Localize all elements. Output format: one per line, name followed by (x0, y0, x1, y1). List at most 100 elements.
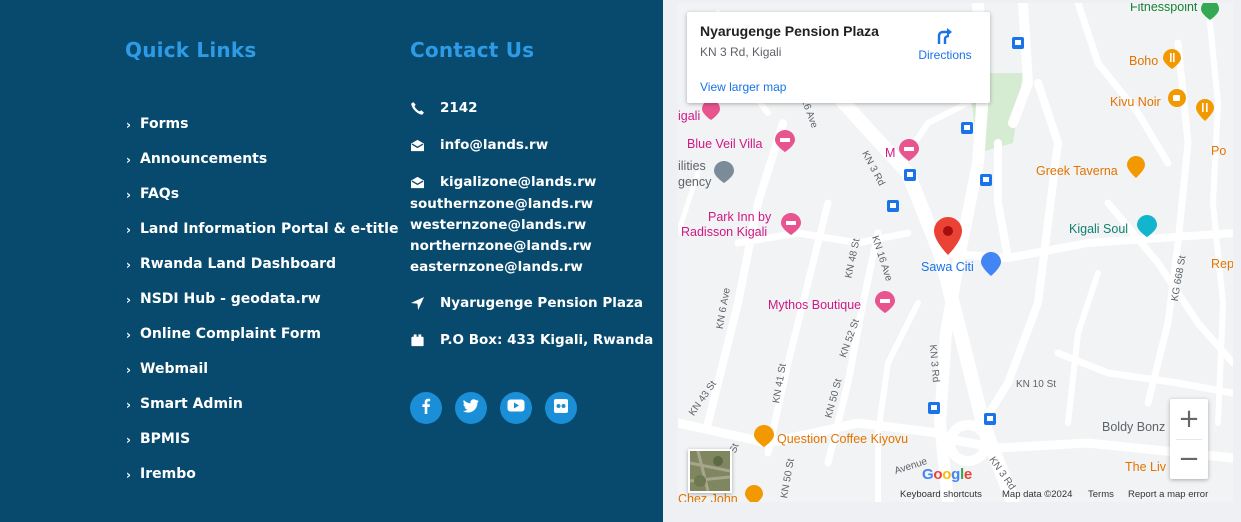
chevron-right-icon: › (126, 433, 131, 447)
lodging-pin-icon[interactable] (899, 139, 919, 161)
directions-icon (937, 28, 952, 44)
map-place-the-liv[interactable]: The Liv (1125, 460, 1166, 474)
zoom-out-button[interactable]: − (1170, 439, 1208, 479)
lodging-pin-icon[interactable] (781, 213, 801, 235)
map-place-blue-veil[interactable]: Blue Veil Villa (687, 137, 763, 151)
zone-email-southern[interactable]: southernzone@lands.rw (410, 196, 593, 212)
map-place-po[interactable]: Po (1211, 144, 1226, 158)
directions-button[interactable]: Directions (912, 22, 978, 62)
quick-link-item: › Announcements (126, 141, 398, 176)
chevron-right-icon: › (126, 468, 131, 482)
satellite-toggle[interactable] (688, 449, 732, 493)
quick-link-item: › Irembo (126, 456, 398, 491)
quick-link-item: › Webmail (126, 351, 398, 386)
quick-link[interactable]: Announcements (140, 151, 267, 167)
cafe-pin-icon[interactable] (754, 425, 774, 447)
twitter-button[interactable] (455, 392, 487, 424)
map-place-park-inn-line2[interactable]: Radisson Kigali (681, 225, 767, 239)
facebook-button[interactable] (410, 392, 442, 424)
quick-link[interactable]: BPMIS (140, 431, 190, 447)
bus-stop-icon[interactable] (887, 200, 899, 212)
quick-link[interactable]: Online Complaint Form (140, 326, 321, 342)
map-place-greek-taverna[interactable]: Greek Taverna (1036, 164, 1118, 178)
bus-stop-icon[interactable] (961, 122, 973, 134)
quick-link-item: › Online Complaint Form (126, 316, 398, 351)
zone-email-northern[interactable]: northernzone@lands.rw (410, 238, 592, 254)
map-place-rep[interactable]: Rep (1211, 257, 1233, 271)
directions-label: Directions (918, 48, 972, 62)
map-data-attribution: Map data ©2024 (1002, 489, 1073, 500)
quick-link[interactable]: Land Information Portal & e-title (140, 221, 398, 237)
zone-email-eastern[interactable]: easternzone@lands.rw (410, 259, 583, 275)
quick-links-list: › Forms › Announcements › FAQs › Land Informati… (126, 106, 398, 491)
report-map-error-link[interactable]: Report a map error (1128, 489, 1208, 500)
map-place-kivu-noir[interactable]: Kivu Noir (1110, 95, 1161, 109)
chevron-right-icon: › (126, 363, 131, 377)
quick-link[interactable]: FAQs (140, 186, 179, 202)
restaurant-pin-icon[interactable] (1196, 99, 1214, 121)
quick-link[interactable]: Webmail (140, 361, 208, 377)
quick-link[interactable]: Rwanda Land Dashboard (140, 256, 336, 272)
keyboard-shortcuts-link[interactable]: Keyboard shortcuts (900, 489, 982, 500)
email-link[interactable]: info@lands.rw (440, 137, 548, 153)
chevron-right-icon: › (126, 118, 131, 132)
shopping-pin-icon[interactable] (981, 252, 1001, 276)
cafe-pin-icon[interactable] (1168, 89, 1186, 109)
map-place-m[interactable]: M (885, 146, 895, 160)
map-place-question-coffee[interactable]: Question Coffee Kiyovu (777, 432, 908, 446)
location-marker-icon[interactable] (934, 217, 962, 255)
bus-stop-icon[interactable] (1012, 37, 1024, 49)
zone-email-western[interactable]: westernzone@lands.rw (410, 217, 586, 233)
restaurant-pin-icon[interactable] (745, 485, 763, 502)
mailbox-icon (410, 333, 440, 348)
zoom-in-button[interactable]: + (1170, 399, 1208, 439)
contact-address: Nyarugenge Pension Plaza (410, 295, 643, 311)
map-place-chez-john[interactable]: Chez John (678, 492, 738, 502)
location-arrow-icon (410, 296, 440, 311)
bar-pin-icon[interactable] (1137, 215, 1157, 237)
quick-link-item: › Smart Admin (126, 386, 398, 421)
quick-link[interactable]: Irembo (140, 466, 196, 482)
bus-stop-icon[interactable] (928, 402, 940, 414)
chevron-right-icon: › (126, 293, 131, 307)
view-larger-map-link[interactable]: View larger map (700, 80, 786, 94)
youtube-button[interactable] (500, 392, 532, 424)
restaurant-pin-icon[interactable] (1127, 156, 1145, 178)
map-place-fitnesspoint[interactable]: Fitnesspoint (1130, 3, 1197, 14)
government-pin-icon[interactable] (714, 161, 734, 183)
terms-link[interactable]: Terms (1088, 489, 1114, 500)
restaurant-pin-icon[interactable] (1163, 49, 1181, 69)
bus-stop-icon[interactable] (984, 413, 996, 425)
bus-stop-icon[interactable] (980, 174, 992, 186)
flickr-icon (554, 398, 568, 418)
quick-link[interactable]: Forms (140, 116, 188, 132)
map-place-park-inn-line1[interactable]: Park Inn by (708, 210, 771, 224)
map-place-boho[interactable]: Boho (1129, 54, 1158, 68)
site-footer: Quick Links › Forms › Announcements › FAQs › La… (0, 0, 663, 522)
map-place-kigali-soul[interactable]: Kigali Soul (1069, 222, 1128, 236)
quick-links-heading: Quick Links (125, 38, 257, 62)
map-place-boldy-bonz[interactable]: Boldy Bonz (1102, 420, 1165, 434)
quick-link[interactable]: Smart Admin (140, 396, 243, 412)
map-place-igali[interactable]: igali (678, 109, 700, 123)
fitness-pin-icon[interactable] (1201, 3, 1219, 20)
google-logo: Google (922, 466, 972, 483)
zone-email-kigali[interactable]: kigalizone@lands.rw (440, 174, 596, 190)
flickr-button[interactable] (545, 392, 577, 424)
contact-pobox: P.O Box: 433 Kigali, Rwanda (410, 332, 653, 348)
map-place-gency[interactable]: gency (678, 175, 711, 189)
map-place-sawa-citi[interactable]: Sawa Citi (921, 260, 974, 274)
twitter-icon (462, 398, 479, 418)
bus-stop-icon[interactable] (904, 169, 916, 181)
lodging-pin-icon[interactable] (702, 100, 720, 120)
map-place-mythos[interactable]: Mythos Boutique (768, 298, 861, 312)
envelope-icon (410, 176, 440, 189)
quick-link[interactable]: NSDI Hub - geodata.rw (140, 291, 321, 307)
lodging-pin-icon[interactable] (875, 291, 895, 313)
map-place-ilities[interactable]: ilities (678, 159, 706, 173)
lodging-pin-icon[interactable] (775, 130, 795, 152)
map-canvas[interactable]: Fitnesspoint Boho Kivu Noir Po igali Blu… (678, 3, 1233, 502)
phone-number[interactable]: 2142 (440, 100, 478, 116)
pobox-text: P.O Box: 433 Kigali, Rwanda (440, 332, 654, 348)
place-address: KN 3 Rd, Kigali (700, 45, 782, 59)
